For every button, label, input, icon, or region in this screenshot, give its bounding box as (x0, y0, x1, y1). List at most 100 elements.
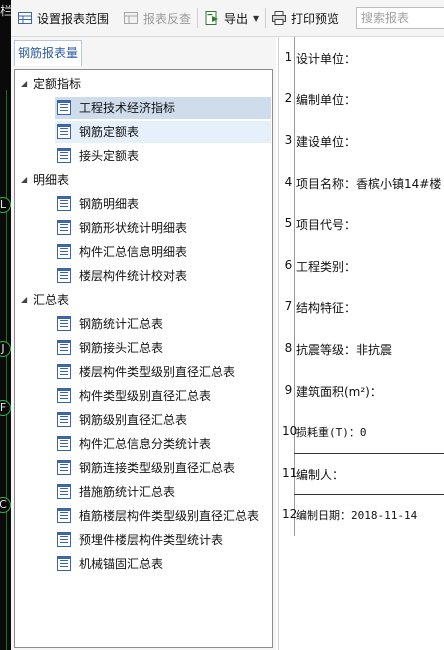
report-doc-icon (57, 484, 71, 499)
report-item-label: 钢筋明细表 (79, 197, 140, 211)
report-item[interactable]: 预埋件楼层构件类型统计表 (55, 529, 271, 551)
report-doc-icon (57, 412, 71, 427)
reverse-check-label: 报表反查 (143, 11, 192, 26)
report-item[interactable]: 钢筋形状统计明细表 (55, 217, 271, 239)
report-doc-icon (57, 508, 71, 523)
reverse-check-button[interactable]: 报表反查 (123, 7, 191, 29)
report-doc-icon (57, 460, 71, 475)
report-doc-icon (57, 556, 71, 571)
report-item[interactable]: 钢筋连接类型级别直径汇总表 (55, 457, 271, 479)
tree-group[interactable]: ◢ 定额指标 (21, 73, 81, 95)
row-field: 编制日期：2018-11-14 (296, 509, 418, 523)
report-item[interactable]: 构件汇总信息分类统计表 (55, 433, 271, 455)
print-preview-label: 打印预览 (291, 11, 340, 26)
report-doc-icon (57, 244, 71, 259)
report-item[interactable]: 植筋楼层构件类型级别直径汇总表 (55, 505, 271, 527)
report-item[interactable]: 工程技术经济指标 (55, 97, 271, 119)
toolbar: 设置报表范围 报表反查 导出 ▼ 打印预览 (11, 0, 444, 37)
preview-row: 8 抗震等级：非抗震 (279, 328, 444, 370)
report-item-label: 楼层构件统计校对表 (79, 269, 188, 283)
preview-row: 12 编制日期：2018-11-14 (279, 494, 444, 537)
report-item[interactable]: 钢筋明细表 (55, 193, 271, 215)
report-item-label: 工程技术经济指标 (79, 101, 176, 115)
row-field: 编制人： (296, 467, 345, 482)
report-item-label: 钢筋接头汇总表 (79, 341, 164, 355)
set-range-button[interactable]: 设置报表范围 (17, 7, 109, 29)
report-doc-icon (57, 316, 71, 331)
preview-row: 4 项目名称：香槟小镇14#楼 (279, 161, 444, 204)
preview-row: 3 建设单位： (279, 120, 444, 162)
preview-row: 11 编制人： (279, 453, 444, 495)
preview-row: 10 损耗重(T)：0 (279, 411, 444, 453)
report-doc-icon (57, 196, 71, 211)
preview-row: 7 结构特征： (279, 286, 444, 329)
row-number: 10 (282, 424, 298, 439)
report-item[interactable]: 构件类型级别直径汇总表 (55, 385, 271, 407)
report-doc-icon (57, 220, 71, 235)
row-number: 2 (284, 91, 293, 106)
row-field: 抗震等级：非抗震 (296, 342, 393, 357)
strip-marker-f: F (0, 400, 11, 416)
print-preview-button[interactable]: 打印预览 (271, 7, 339, 29)
report-preview: 1 设计单位： 2 编制单位： 3 建设单位： 4 项目名称：香槟小镇14#楼 5 项目代号： 6 工… (278, 37, 444, 650)
report-item[interactable]: 钢筋接头汇总表 (55, 337, 271, 359)
report-doc-icon (57, 436, 71, 451)
row-number: 3 (284, 132, 293, 147)
report-doc-icon (57, 364, 71, 379)
expand-arrow-icon[interactable]: ◢ (21, 169, 33, 191)
expand-arrow-icon[interactable]: ◢ (21, 73, 33, 95)
report-item[interactable]: 构件汇总信息明细表 (55, 241, 271, 263)
row-field: 设计单位： (296, 51, 357, 66)
toolbar-divider (197, 8, 198, 28)
report-item-label: 钢筋级别直径汇总表 (79, 413, 188, 427)
report-item-label: 构件汇总信息明细表 (79, 245, 188, 259)
chevron-down-icon: ▼ (253, 13, 260, 23)
report-doc-icon (57, 124, 71, 139)
toolbar-divider (265, 8, 266, 28)
expand-arrow-icon[interactable]: ◢ (21, 289, 33, 311)
row-number: 9 (284, 382, 293, 397)
report-item[interactable]: 钢筋统计汇总表 (55, 313, 271, 335)
report-item-label: 机械锚固汇总表 (79, 557, 164, 571)
report-item[interactable]: 机械锚固汇总表 (55, 553, 271, 575)
row-field: 编制单位： (296, 93, 357, 108)
report-doc-icon (57, 148, 71, 163)
section-rule (294, 452, 444, 454)
row-number: 5 (284, 216, 293, 231)
row-number: 4 (284, 174, 293, 189)
report-item-label: 预埋件楼层构件类型统计表 (79, 533, 224, 547)
row-field: 建设单位： (296, 134, 357, 149)
report-item-label: 钢筋统计汇总表 (79, 317, 164, 331)
report-item[interactable]: 钢筋定额表 (55, 121, 271, 143)
report-item[interactable]: 楼层构件类型级别直径汇总表 (55, 361, 271, 383)
row-number: 6 (284, 257, 293, 272)
row-number: 1 (284, 49, 293, 64)
row-number: 11 (282, 465, 298, 480)
tree-group[interactable]: ◢ 汇总表 (21, 289, 69, 311)
row-field: 建筑面积(m²)： (296, 384, 382, 399)
preview-row: 5 项目代号： (279, 203, 444, 245)
report-item[interactable]: 钢筋级别直径汇总表 (55, 409, 271, 431)
export-button[interactable]: 导出 ▼ (204, 7, 259, 29)
report-item-label: 接头定额表 (79, 149, 140, 163)
report-item-label: 钢筋形状统计明细表 (79, 221, 188, 235)
row-field: 项目代号： (296, 218, 357, 233)
tree-group[interactable]: ◢ 明细表 (21, 169, 69, 191)
report-item[interactable]: 措施筋统计汇总表 (55, 481, 271, 503)
strip-guide-line (6, 90, 7, 650)
report-list-panel: 钢筋报表量 ◢ 定额指标工程技术经济指标钢筋定额表接头定额表 ◢ 明细表 钢筋明细表钢筋… (11, 37, 276, 650)
report-item-label: 构件类型级别直径汇总表 (79, 389, 212, 403)
printer-icon (271, 10, 287, 26)
search-input[interactable] (356, 7, 444, 29)
report-item[interactable]: 接头定额表 (55, 145, 271, 167)
report-item-label: 构件汇总信息分类统计表 (79, 437, 212, 451)
report-doc-icon (57, 388, 71, 403)
report-item[interactable]: 楼层构件统计校对表 (55, 265, 271, 287)
section-rule (294, 494, 444, 496)
report-tree: ◢ 定额指标工程技术经济指标钢筋定额表接头定额表 ◢ 明细表 钢筋明细表钢筋形状统计明细… (14, 69, 273, 648)
tree-group-label: 汇总表 (33, 293, 70, 307)
strip-top-text: 栏 (0, 4, 13, 18)
report-item-label: 措施筋统计汇总表 (79, 485, 176, 499)
tab-rebar-report[interactable]: 钢筋报表量 (14, 40, 82, 66)
row-number: 7 (284, 299, 293, 314)
